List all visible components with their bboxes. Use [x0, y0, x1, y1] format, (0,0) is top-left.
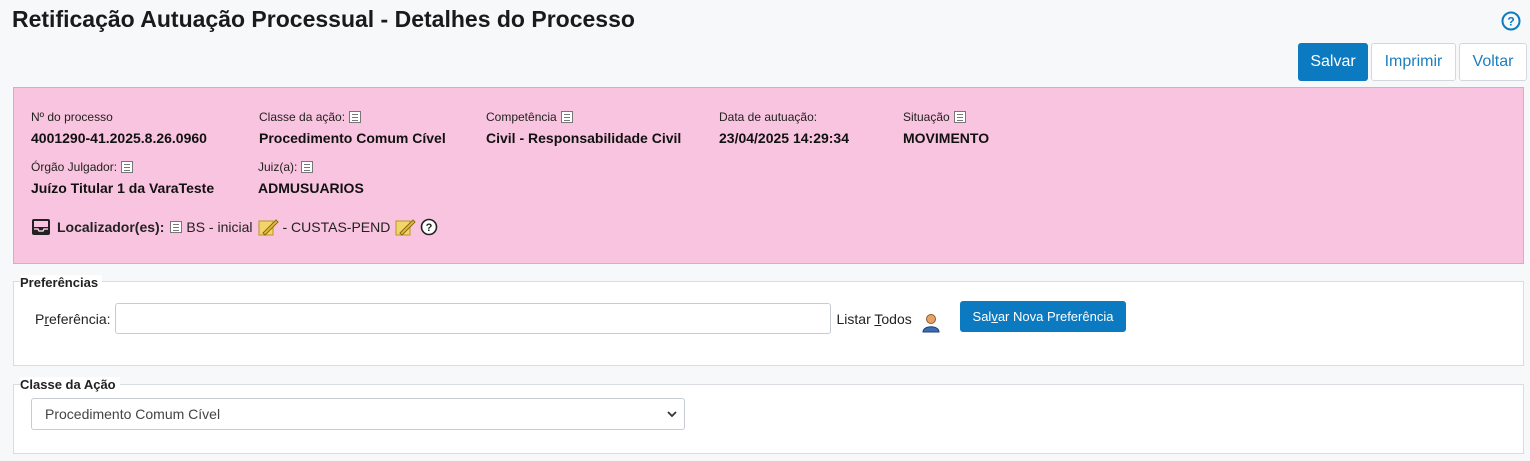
numero-value: 4001290-41.2025.8.26.0960 [31, 130, 207, 146]
localizadores-label: Localizador(es): [57, 219, 165, 235]
data-label: Data de autuação: [719, 110, 818, 124]
chevron-down-icon [667, 411, 677, 418]
competencia-value: Civil - Responsabilidade Civil [486, 130, 682, 146]
save-preference-button[interactable]: Sal v ar Nova Preferência [960, 301, 1126, 332]
edit-note-icon[interactable] [257, 216, 279, 238]
field-data: Data de autuação: 23/04/2025 14:29:34 [719, 110, 849, 146]
help-icon[interactable]: ? [1501, 11, 1521, 31]
field-classe: Classe da ação: Procedimento Comum Cível [259, 110, 446, 146]
preferencia-label: Preferência: [35, 310, 111, 327]
classe-acao-select[interactable]: Procedimento Comum Cível [31, 398, 685, 430]
localizador-item: BS - inicial [186, 219, 253, 235]
list-icon[interactable] [301, 161, 314, 173]
preferencia-input[interactable] [114, 303, 831, 334]
field-juiz: Juiz(a): ADMUSUARIOS [258, 160, 364, 196]
classe-value: Procedimento Comum Cível [259, 130, 446, 146]
svg-text:?: ? [1507, 15, 1514, 29]
help-icon[interactable]: ? [420, 218, 438, 236]
preferencia-row: Preferência: Listar Todos [35, 303, 940, 334]
situacao-label: Situação [903, 110, 950, 124]
situacao-value: MOVIMENTO [903, 130, 990, 146]
juiz-label: Juiz(a): [258, 160, 298, 174]
list-icon[interactable] [560, 111, 573, 123]
inbox-icon [32, 219, 50, 235]
classe-acao-legend: Classe da Ação [20, 377, 120, 392]
edit-note-icon[interactable] [394, 216, 417, 238]
list-icon[interactable] [170, 221, 183, 233]
print-button[interactable]: Imprimir [1371, 43, 1456, 81]
toolbar: Salvar Imprimir Voltar [1298, 43, 1527, 81]
field-numero: Nº do processo 4001290-41.2025.8.26.0960 [31, 110, 207, 146]
field-orgao: Órgão Julgador: Juízo Titular 1 da VaraT… [31, 160, 214, 196]
competencia-label: Competência [486, 110, 557, 124]
data-value: 23/04/2025 14:29:34 [719, 130, 849, 146]
localizador-item: - CUSTAS-PEND [282, 219, 391, 235]
classe-label: Classe da ação: [259, 110, 346, 124]
list-icon[interactable] [121, 161, 134, 173]
numero-label: Nº do processo [31, 110, 113, 124]
localizadores-row: Localizador(es): BS - inicial - CUSTAS-P… [31, 216, 438, 238]
classe-acao-selected: Procedimento Comum Cível [45, 406, 221, 422]
back-button[interactable]: Voltar [1459, 43, 1527, 81]
svg-text:?: ? [426, 222, 433, 234]
preferencias-legend: Preferências [20, 275, 103, 290]
orgao-label: Órgão Julgador: [31, 160, 118, 174]
orgao-value: Juízo Titular 1 da VaraTeste [31, 180, 215, 196]
page-title: Retificação Autuação Processual - Detalh… [12, 6, 635, 32]
process-details-panel: Nº do processo 4001290-41.2025.8.26.0960… [13, 87, 1524, 264]
field-competencia: Competência Civil - Responsabilidade Civ… [486, 110, 681, 146]
field-situacao: Situação MOVIMENTO [903, 110, 989, 146]
user-icon[interactable] [922, 313, 940, 333]
list-icon[interactable] [349, 111, 362, 123]
list-icon[interactable] [953, 111, 966, 123]
save-button[interactable]: Salvar [1298, 43, 1368, 81]
juiz-value: ADMUSUARIOS [258, 180, 364, 196]
listar-todos-link[interactable]: Listar Todos [837, 311, 912, 327]
